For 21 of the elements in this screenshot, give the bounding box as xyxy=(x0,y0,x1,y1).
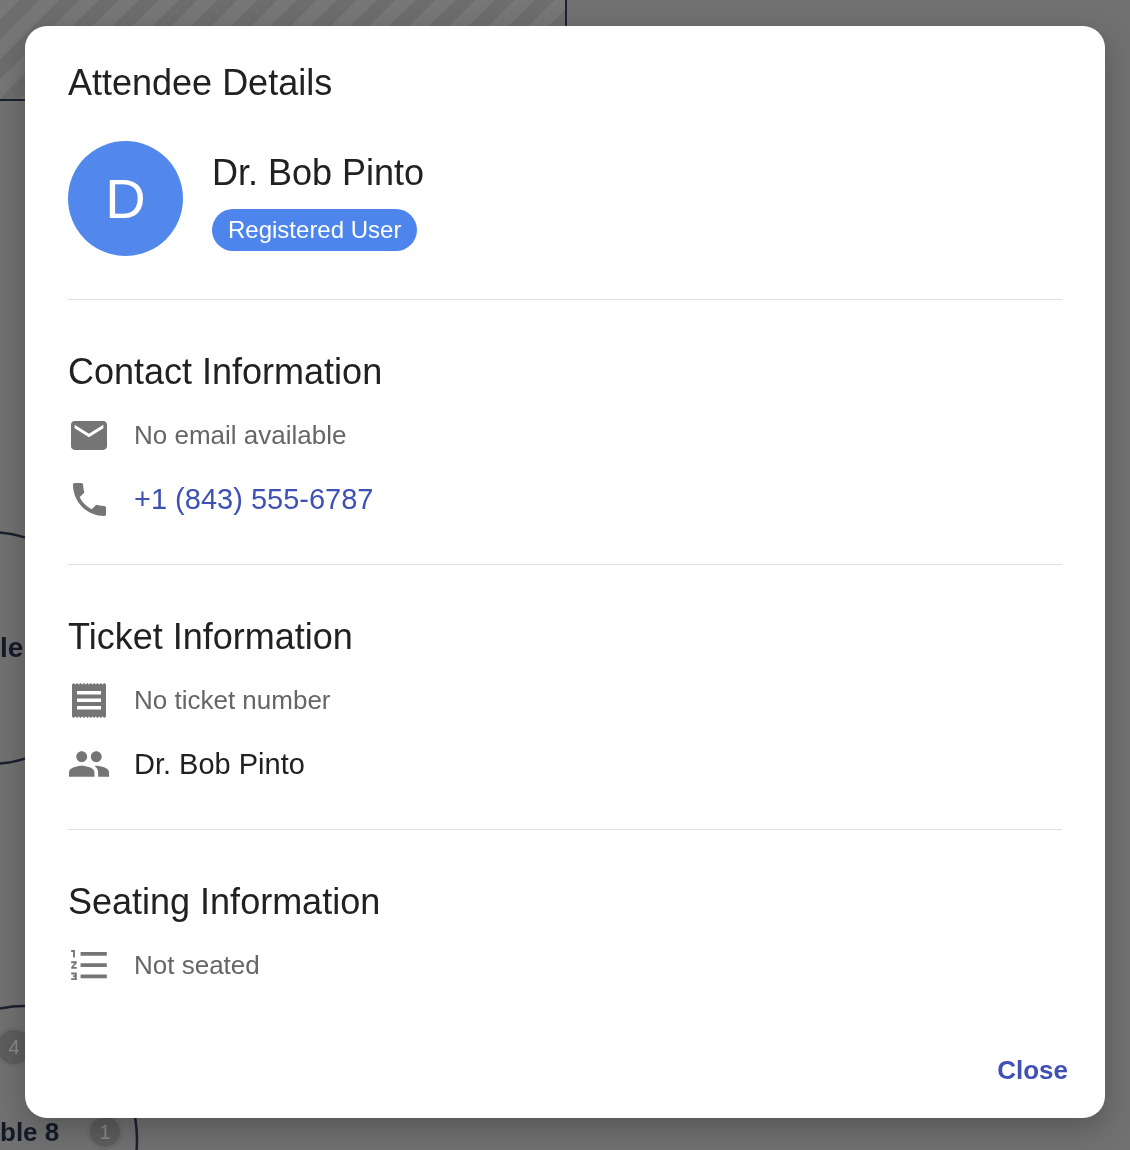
section-heading: Seating Information xyxy=(68,880,382,924)
section-heading: Ticket Information xyxy=(68,615,354,659)
ticket-number-text: No ticket number xyxy=(134,684,331,716)
envelope-icon xyxy=(71,420,107,450)
close-button[interactable]: Close xyxy=(983,1038,1082,1103)
table-label: le xyxy=(0,632,24,664)
dialog-title: Attendee Details xyxy=(68,61,334,105)
section-heading: Contact Information xyxy=(68,350,384,394)
receipt-icon xyxy=(72,682,106,718)
people-icon xyxy=(69,751,109,777)
attendee-name: Dr. Bob Pinto xyxy=(212,151,425,195)
phone-link[interactable]: +1 (843) 555-6787 xyxy=(134,482,374,516)
seating-text: Not seated xyxy=(134,949,260,981)
table-outline xyxy=(0,1002,26,1012)
email-text: No email available xyxy=(134,419,347,451)
table-label: ble 8 xyxy=(0,1117,60,1147)
numbered-list-icon xyxy=(71,950,107,980)
phone-icon xyxy=(72,482,106,516)
avatar: D xyxy=(68,141,183,256)
guest-name: Dr. Bob Pinto xyxy=(134,747,305,781)
role-badge: Registered User xyxy=(212,209,418,251)
